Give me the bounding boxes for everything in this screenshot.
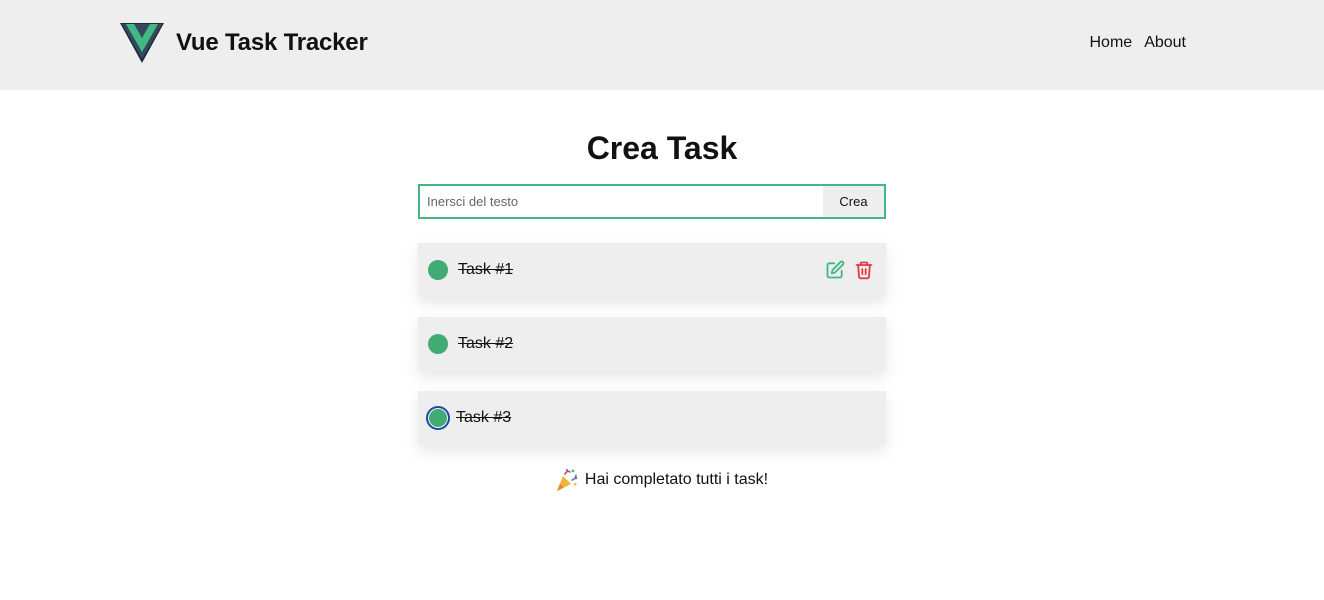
page-title: Crea Task xyxy=(586,130,738,166)
brand[interactable]: Vue Task Tracker xyxy=(118,20,368,66)
task-item[interactable]: Task #1 xyxy=(418,243,886,297)
navbar: Vue Task Tracker Home About xyxy=(0,0,1324,90)
completion-message: Hai completato tutti i task! xyxy=(0,468,1324,492)
nav-link-about[interactable]: About xyxy=(1144,32,1186,54)
task-complete-toggle[interactable] xyxy=(426,406,450,430)
task-actions xyxy=(825,260,874,280)
task-list: Task #1 Task #2 Task #3 xyxy=(418,243,886,465)
party-popper-icon xyxy=(556,468,578,491)
task-label: Task #2 xyxy=(458,335,514,352)
app-title: Vue Task Tracker xyxy=(176,29,368,56)
trash-icon[interactable] xyxy=(854,260,874,280)
edit-icon[interactable] xyxy=(825,260,845,280)
task-item[interactable]: Task #2 xyxy=(418,317,886,371)
task-complete-toggle[interactable] xyxy=(428,334,448,354)
nav-links: Home About xyxy=(1090,32,1187,54)
create-task-form: Crea xyxy=(418,184,886,219)
create-button[interactable]: Crea xyxy=(823,186,884,217)
task-label: Task #1 xyxy=(458,261,514,278)
task-label: Task #3 xyxy=(456,409,512,426)
completion-text: Hai completato tutti i task! xyxy=(584,471,769,489)
nav-link-home[interactable]: Home xyxy=(1090,32,1133,54)
task-complete-toggle[interactable] xyxy=(428,260,448,280)
task-item[interactable]: Task #3 xyxy=(418,391,886,445)
task-text-input[interactable] xyxy=(420,186,823,217)
vue-logo-icon xyxy=(120,23,164,63)
